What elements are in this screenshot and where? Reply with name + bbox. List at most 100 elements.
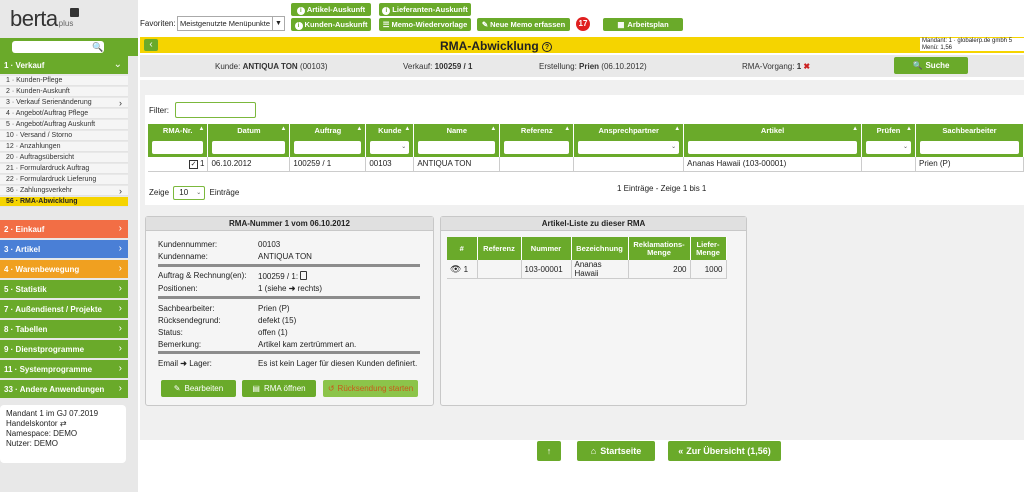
- sidebar-section-systemprogramme[interactable]: 11 · Systemprogramme ›: [0, 360, 128, 378]
- sidebar-item-angebot-pflege[interactable]: 4 · Angebot/Auftrag Pflege: [0, 109, 128, 119]
- sidebar-item-label: 1 · Kunden-Pflege: [6, 77, 63, 84]
- shuffle-icon[interactable]: ⇄: [60, 419, 67, 428]
- filter-referenz-input[interactable]: [504, 140, 570, 154]
- col-auftrag[interactable]: Auftrag ▲: [289, 124, 367, 137]
- button-label: Startseite: [600, 446, 642, 456]
- filter-artikel-input[interactable]: [688, 140, 858, 154]
- sidebar-section-andere-anwendungen[interactable]: 33 · Andere Anwendungen ›: [0, 380, 128, 398]
- email-text: Email: [158, 359, 179, 368]
- scroll-top-button[interactable]: ↑: [537, 441, 561, 461]
- search-icon[interactable]: 🔍: [92, 42, 103, 53]
- memo-count-badge[interactable]: 17: [576, 17, 590, 31]
- sidebar-item-label: 22 · Formulardruck Lieferung: [6, 176, 97, 183]
- favoriten-select[interactable]: Meistgenutzte Menüpunkte ▼: [177, 16, 285, 31]
- sidebar-section-aussendienst[interactable]: 7 · Außendienst / Projekte ›: [0, 300, 128, 318]
- sidebar-section-artikel[interactable]: 3 · Artikel ›: [0, 240, 128, 258]
- section-label: 33 · Andere Anwendungen: [4, 385, 105, 394]
- suche-button[interactable]: 🔍 Suche: [894, 57, 968, 74]
- rma-oeffnen-button[interactable]: ▤ RMA öffnen: [242, 380, 316, 397]
- status-label: Status:: [158, 328, 183, 337]
- sidebar-item-rma-abwicklung[interactable]: 56 · RMA-Abwicklung: [0, 197, 128, 207]
- col-referenz[interactable]: Referenz ▲: [499, 124, 575, 137]
- page-title: RMA-Abwicklung ?: [440, 39, 553, 53]
- neue-memo-button[interactable]: ✎ Neue Memo erfassen: [477, 18, 570, 31]
- memo-wiedervorlage-button[interactable]: ☰ Memo-Wiedervorlage: [379, 18, 471, 31]
- filter-kunde-select[interactable]: ⌄: [370, 140, 410, 154]
- sidebar-item-auftragsuebersicht[interactable]: 20 · Auftragsübersicht: [0, 153, 128, 163]
- zeige-label: Zeige: [149, 188, 170, 198]
- col-nummer: Nummer: [521, 237, 572, 260]
- lieferanten-auskunft-button[interactable]: i Lieferanten-Auskunft: [379, 3, 471, 16]
- col-pruefen[interactable]: Prüfen ▲: [861, 124, 916, 137]
- checkbox-checked-icon[interactable]: ✓: [189, 159, 198, 169]
- grund-label: Rücksendegrund:: [158, 316, 221, 325]
- filter-input[interactable]: [175, 102, 256, 118]
- col-ansprechpartner[interactable]: Ansprechpartner ▲: [573, 124, 685, 137]
- page-size-value: 10: [179, 188, 189, 197]
- cell-auftrag: 100259 / 1: [289, 157, 367, 172]
- page-size-select[interactable]: 10 ⌄: [173, 186, 206, 200]
- sidebar-item-zahlungsverkehr[interactable]: 36 · Zahlungsverkehr ›: [0, 186, 128, 196]
- sidebar-item-formulardruck-lieferung[interactable]: 22 · Formulardruck Lieferung: [0, 175, 128, 185]
- sidebar-section-verkauf[interactable]: 1 · Verkauf ⌄: [0, 56, 128, 74]
- sidebar-item-formulardruck-auftrag[interactable]: 21 · Formulardruck Auftrag: [0, 164, 128, 174]
- artikel-auskunft-button[interactable]: i Artikel-Auskunft: [291, 3, 371, 16]
- sort-icon: ▲: [490, 126, 497, 132]
- rma-label: RMA-Vorgang:: [742, 62, 795, 71]
- sidebar-section-statistik[interactable]: 5 · Statistik ›: [0, 280, 128, 298]
- sidebar-section-einkauf[interactable]: 2 · Einkauf ›: [0, 220, 128, 238]
- filter-sach-input[interactable]: [919, 140, 1019, 154]
- sidebar-section-dienstprogramme[interactable]: 9 · Dienstprogramme ›: [0, 340, 128, 358]
- col-name[interactable]: Name ▲: [413, 124, 501, 137]
- sidebar-section-tabellen[interactable]: 8 · Tabellen ›: [0, 320, 128, 338]
- col-sachbearbeiter[interactable]: Sachbearbeiter: [915, 124, 1024, 137]
- filter-auftrag-input[interactable]: [294, 140, 362, 154]
- cell-name: ANTIQUA TON: [413, 157, 501, 172]
- verkauf-value: 100259 / 1: [434, 62, 473, 71]
- sidebar-item-kunden-pflege[interactable]: 1 · Kunden-Pflege: [0, 76, 128, 86]
- sidebar-item-kunden-auskunft[interactable]: 2 · Kunden-Auskunft: [0, 87, 128, 97]
- artikel-table: # Referenz Nummer Bezeichnung Reklamatio…: [447, 237, 727, 279]
- help-icon[interactable]: ?: [542, 42, 553, 52]
- sidebar-item-anzahlungen[interactable]: 12 · Anzahlungen: [0, 142, 128, 152]
- pdf-icon[interactable]: [300, 271, 308, 280]
- mandant-info: Mandant: 1 · globalerp.de gmbh 5 Menü: 1…: [920, 38, 1024, 51]
- eye-icon[interactable]: 👁: [450, 264, 461, 274]
- filter-rma-input[interactable]: [152, 140, 204, 154]
- sidebar-item-versand-storno[interactable]: 10 · Versand / Storno: [0, 131, 128, 141]
- table-row[interactable]: 👁 1 103-00001 Ananas Hawaii 200 1000: [447, 260, 727, 279]
- close-icon[interactable]: ✖: [803, 62, 810, 71]
- col-rma-nr[interactable]: RMA-Nr. ▲: [148, 124, 209, 137]
- filter-cell: ⌄: [573, 137, 685, 157]
- sidebar-search-input[interactable]: [12, 41, 104, 53]
- sidebar-item-verkauf-serienaenderung[interactable]: 3 · Verkauf Serienänderung ›: [0, 98, 128, 108]
- back-button[interactable]: ‹: [144, 39, 158, 51]
- favoriten-value: Meistgenutzte Menüpunkte: [180, 19, 271, 28]
- uebersicht-button[interactable]: «Zur Übersicht (1,56): [668, 441, 781, 461]
- email-lager-label: Email ➜ Lager:: [158, 359, 212, 368]
- arbeitsplan-button[interactable]: ▦ Arbeitsplan: [603, 18, 683, 31]
- info-icon: i: [382, 7, 391, 15]
- col-kunde[interactable]: Kunde ▲: [365, 124, 415, 137]
- table-row[interactable]: ✓ 1 06.10.2012 100259 / 1 00103 ANTIQUA T…: [148, 157, 1024, 172]
- col-artikel[interactable]: Artikel ▲: [683, 124, 863, 137]
- col-nr: #: [447, 237, 478, 260]
- erstellung-date: (06.10.2012): [601, 62, 647, 71]
- kunden-auskunft-button[interactable]: i Kunden-Auskunft: [291, 18, 371, 31]
- filter-ansprech-select[interactable]: ⌄: [578, 140, 680, 154]
- filter-name-input[interactable]: [418, 140, 496, 154]
- cell-datum: 06.10.2012: [207, 157, 291, 172]
- section-label: 1 · Verkauf: [4, 61, 45, 70]
- sidebar-section-warenbewegung[interactable]: 4 · Warenbewegung ›: [0, 260, 128, 278]
- rma-grid: RMA-Nr. ▲ Datum ▲ Auftrag ▲ Kunde ▲ Name ▲ Re…: [148, 124, 1024, 172]
- bearbeiten-button[interactable]: ✎ Bearbeiten: [161, 380, 236, 397]
- berta-logo[interactable]: bertaplus: [10, 6, 79, 34]
- col-datum[interactable]: Datum ▲: [207, 124, 291, 137]
- grund-value: defekt (15): [258, 316, 297, 325]
- filter-datum-input[interactable]: [212, 140, 286, 154]
- filter-pruefen-select[interactable]: ⌄: [866, 140, 911, 154]
- kundenname-value: ANTIQUA TON: [258, 252, 312, 261]
- sidebar-item-angebot-auskunft[interactable]: 5 · Angebot/Auftrag Auskunft: [0, 120, 128, 130]
- filter-cell: [289, 137, 367, 157]
- startseite-button[interactable]: ⌂ Startseite: [577, 441, 655, 461]
